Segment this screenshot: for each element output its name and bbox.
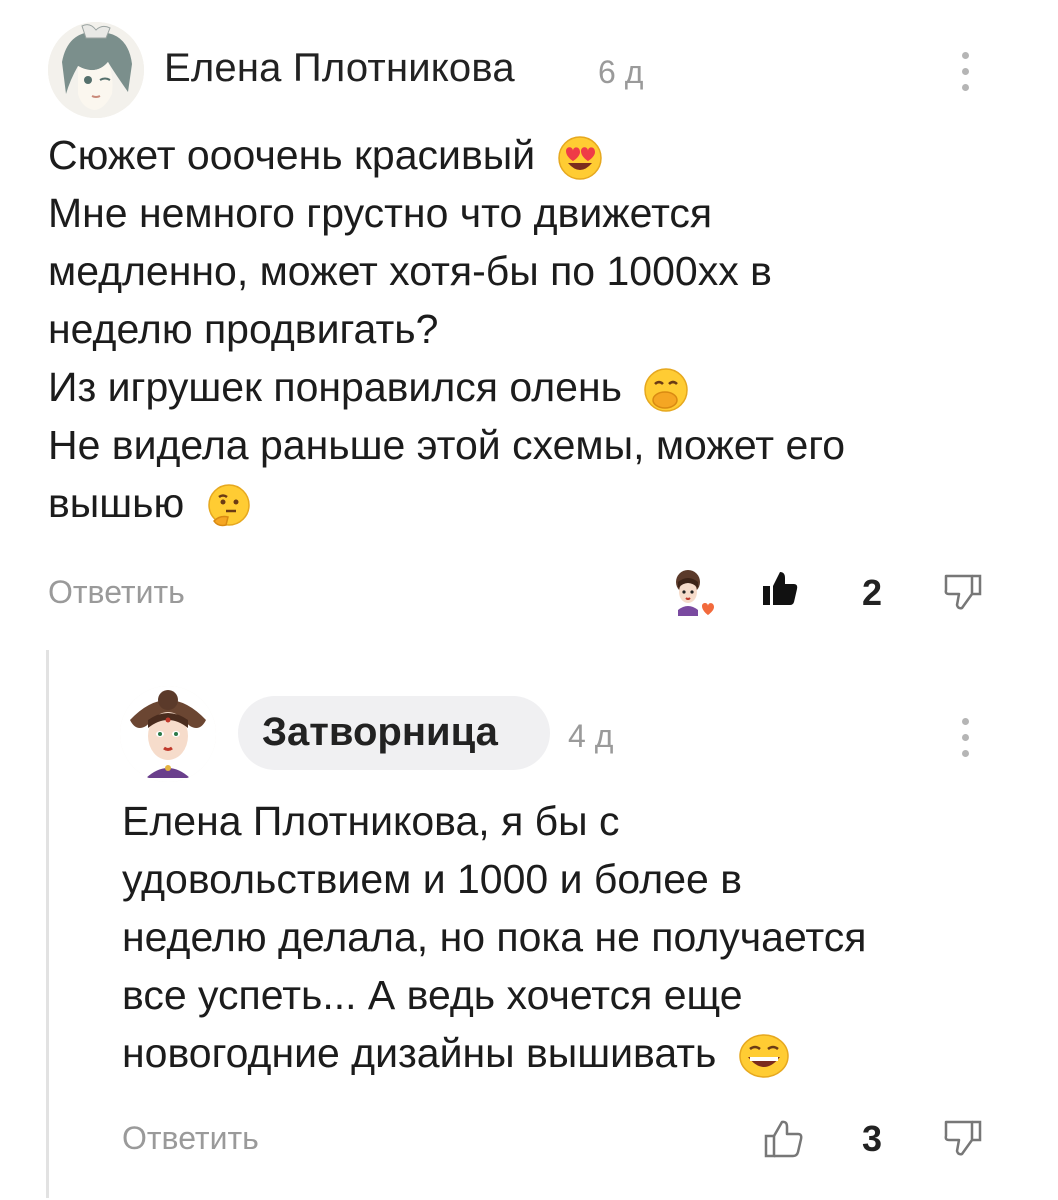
- comment-text: Елена Плотникова, я бы с удовольствием и…: [122, 792, 1022, 1082]
- comment-line: все успеть... А ведь хочется еще: [122, 972, 743, 1018]
- comment-line: вышью: [48, 480, 185, 526]
- comment-line: новогодние дизайны вышивать: [122, 1030, 717, 1076]
- comment-line: удовольствием и 1000 и более в: [122, 856, 742, 902]
- comment: Елена Плотникова 6 д Сюжет ооочень краси…: [0, 0, 1058, 640]
- heart-eyes-emoji: [557, 136, 602, 180]
- thumbs-up-outline-icon[interactable]: [762, 1116, 806, 1160]
- comment-text: Сюжет ооочень красивый Мне немного груст…: [48, 126, 1028, 532]
- author-name[interactable]: Затворница: [262, 710, 498, 755]
- thumbs-down-icon[interactable]: [942, 570, 986, 614]
- thinking-emoji: [207, 484, 250, 527]
- avatar[interactable]: [48, 22, 144, 118]
- comment-time: 4 д: [568, 718, 614, 754]
- comment-line: медленно, может хотя-бы по 1000хх в: [48, 248, 772, 294]
- more-options-icon[interactable]: [954, 714, 978, 762]
- grinning-squinting-emoji: [739, 1034, 789, 1078]
- comment-line: Елена Плотникова, я бы с: [122, 798, 620, 844]
- comment-line: неделю продвигать?: [48, 306, 439, 352]
- reply-button[interactable]: Ответить: [122, 1120, 259, 1157]
- reactor-avatar[interactable]: [664, 566, 720, 622]
- avatar[interactable]: [120, 686, 216, 782]
- thumbs-up-icon[interactable]: [760, 568, 800, 608]
- like-count: 3: [862, 1118, 883, 1159]
- comment-line: Мне немного грустно что движется: [48, 190, 713, 236]
- comment-line: Сюжет ооочень красивый: [48, 132, 536, 178]
- more-options-icon[interactable]: [954, 48, 978, 96]
- hand-over-mouth-emoji: [644, 368, 689, 412]
- author-name[interactable]: Елена Плотникова: [164, 46, 515, 91]
- comment-line: Не видела раньше этой схемы, может его: [48, 422, 846, 468]
- comment-line: неделю делала, но пока не получается: [122, 914, 867, 960]
- reply-button[interactable]: Ответить: [48, 574, 185, 611]
- thumbs-down-icon[interactable]: [942, 1116, 986, 1160]
- like-count: 2: [862, 572, 883, 613]
- comment-line: Из игрушек понравился олень: [48, 364, 622, 410]
- comment-time: 6 д: [598, 54, 644, 90]
